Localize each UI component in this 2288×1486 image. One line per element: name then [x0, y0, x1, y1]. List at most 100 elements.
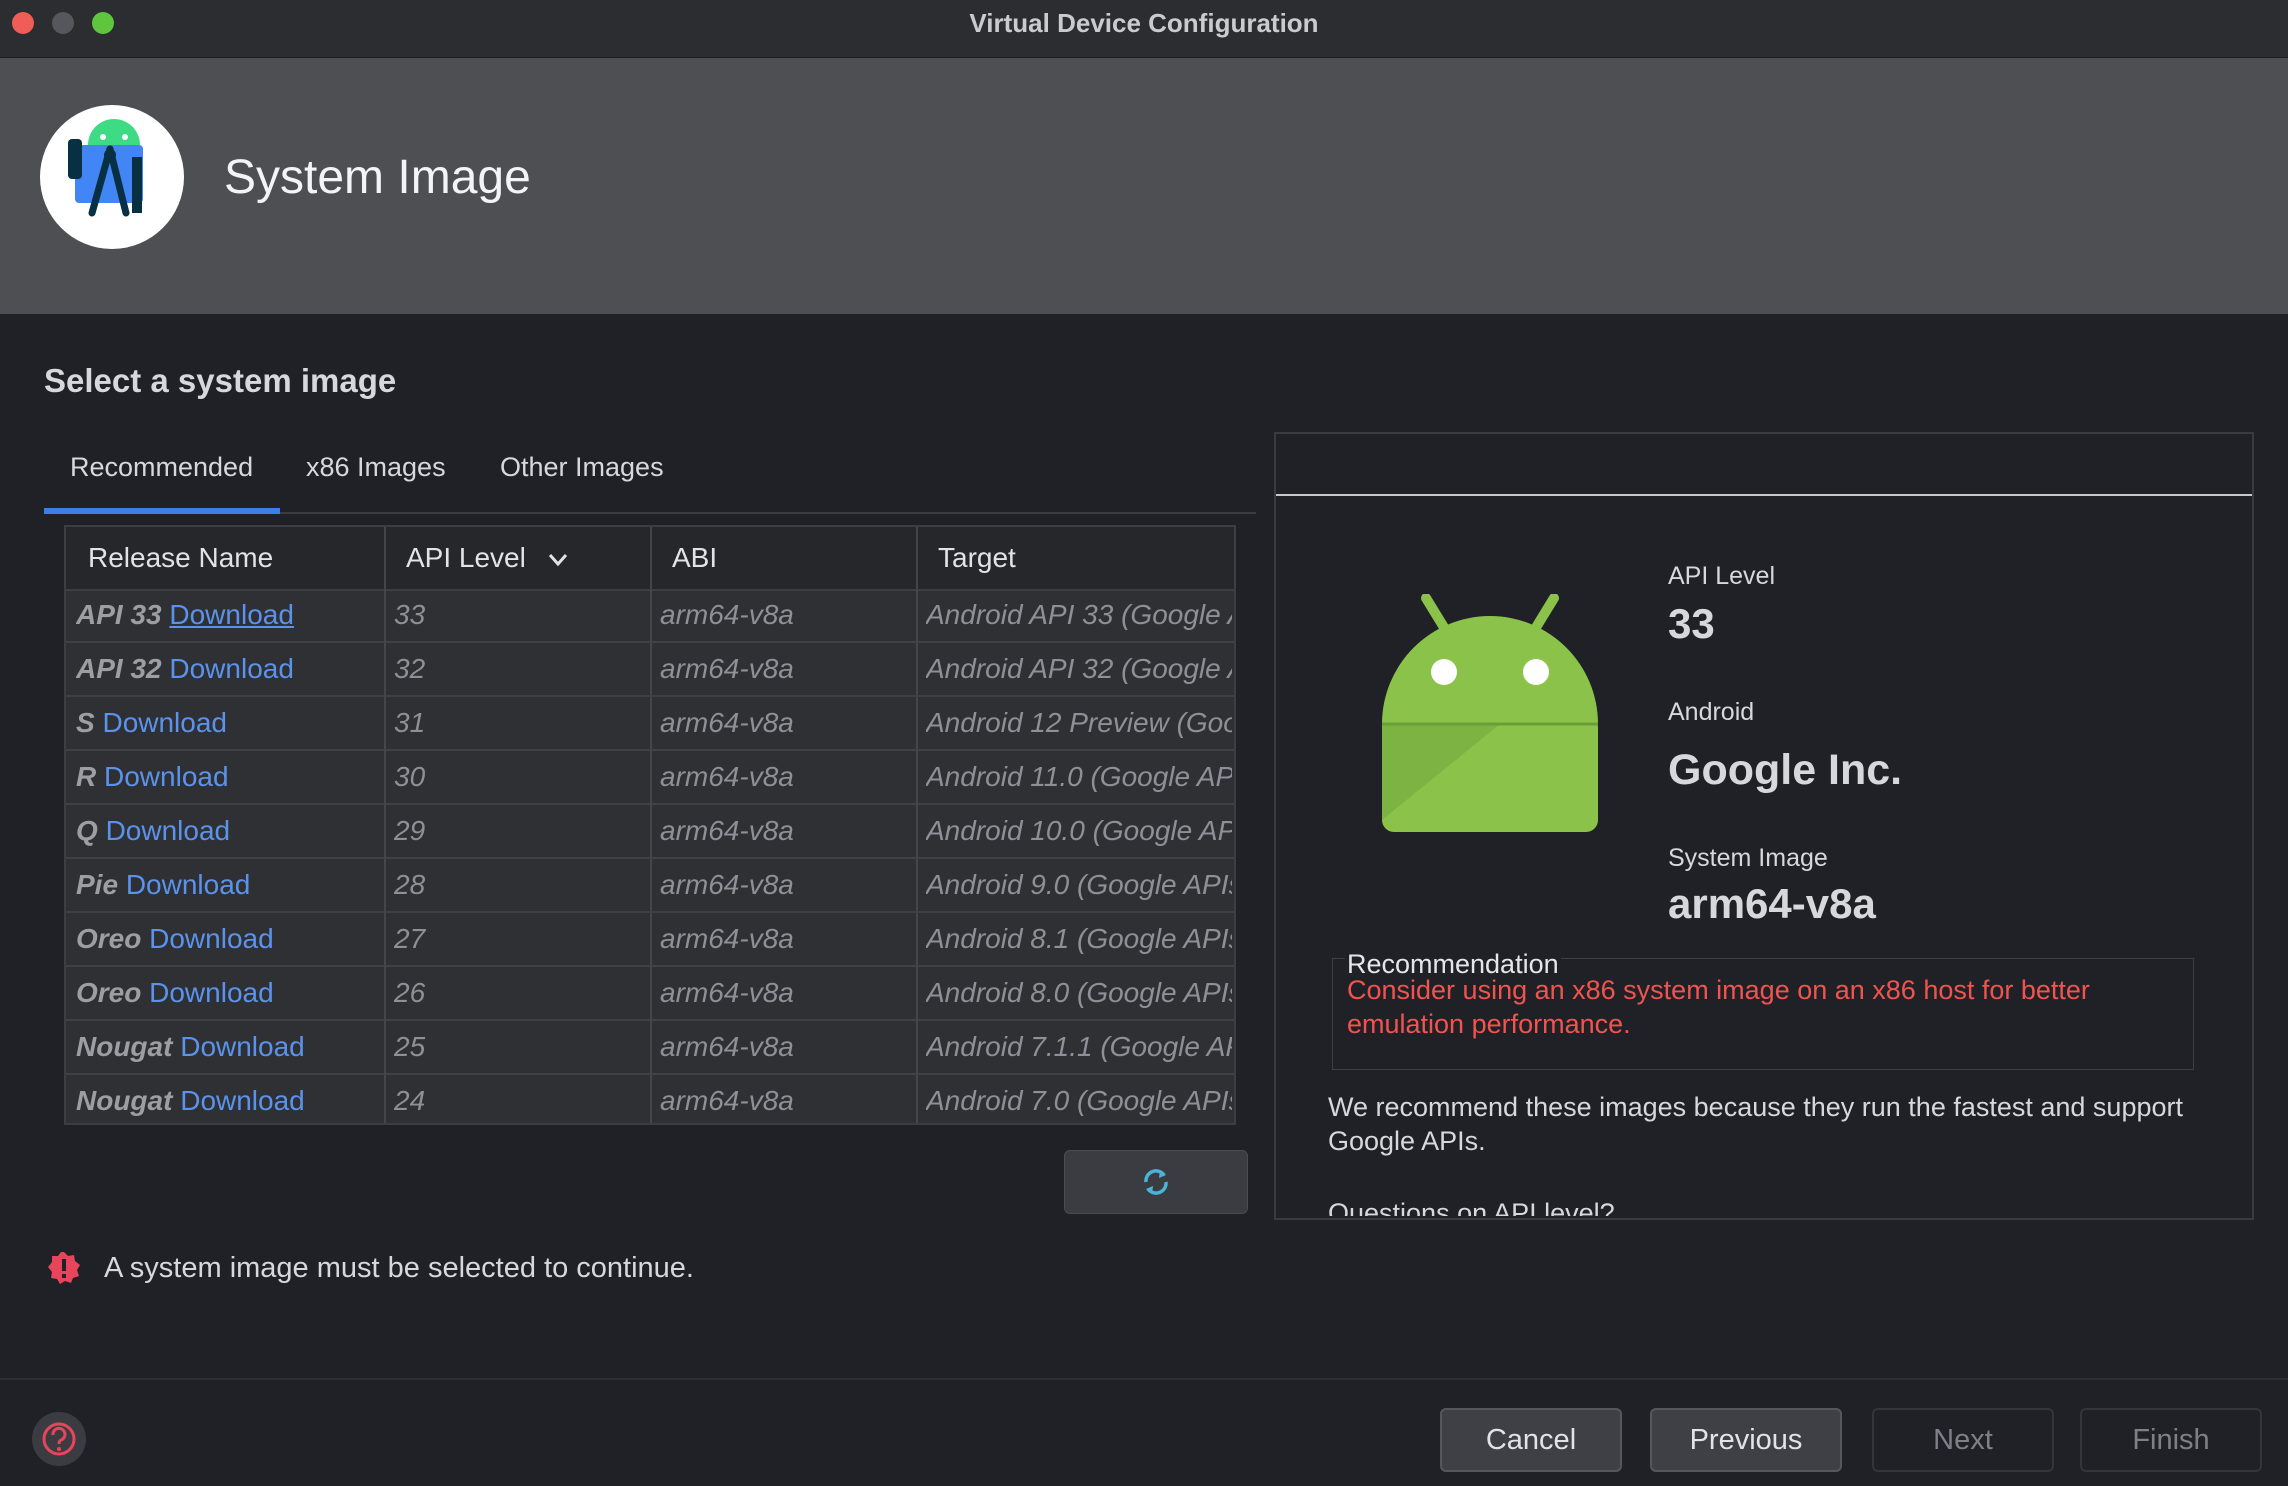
release-name: Oreo	[76, 923, 142, 954]
api-level-help-link[interactable]: Questions on API level?	[1328, 1196, 2228, 1216]
release-name: Nougat	[76, 1085, 173, 1116]
tab-other-images[interactable]: Other Images	[500, 452, 664, 483]
target-cell: Android 10.0 (Google APIs)	[926, 815, 1232, 846]
abi-cell: arm64-v8a	[660, 761, 794, 792]
system-image-label: System Image	[1668, 844, 1828, 872]
window-title: Virtual Device Configuration	[969, 8, 1319, 38]
release-name: S	[76, 707, 95, 738]
recommendation-text: Consider using an x86 system image on an…	[1347, 975, 2090, 1039]
release-name: API 33	[76, 599, 162, 630]
android-label: Android	[1668, 698, 1755, 726]
column-header-label: API Level	[406, 542, 526, 573]
download-link[interactable]: Download	[102, 707, 227, 738]
release-name-cell: Nougat Download	[76, 1031, 376, 1063]
title-bar: Virtual Device Configuration	[0, 0, 2288, 58]
release-name: R	[76, 761, 97, 792]
download-link[interactable]: Download	[180, 1085, 305, 1116]
download-link[interactable]: Download	[169, 599, 294, 630]
recommendation-box: Recommendation Consider using an x86 sys…	[1332, 949, 2194, 1070]
release-name-cell: Nougat Download	[76, 1085, 376, 1117]
abi-cell: arm64-v8a	[660, 599, 794, 630]
android-studio-logo-icon	[40, 105, 184, 249]
target-cell: Android 7.1.1 (Google APIs)	[926, 1031, 1232, 1062]
wizard-footer: Cancel Previous Next Finish	[0, 1378, 2288, 1486]
column-header-abi[interactable]: ABI	[672, 542, 717, 574]
abi-cell: arm64-v8a	[660, 977, 794, 1008]
abi-cell: arm64-v8a	[660, 653, 794, 684]
target-cell: Android 8.1 (Google APIs)	[926, 923, 1232, 954]
column-divider	[650, 527, 652, 1123]
release-name: Q	[76, 815, 98, 846]
download-link[interactable]: Download	[169, 653, 294, 684]
abi-cell: arm64-v8a	[660, 815, 794, 846]
column-header-target[interactable]: Target	[938, 542, 1016, 574]
release-name-cell: Oreo Download	[76, 977, 376, 1009]
abi-cell: arm64-v8a	[660, 1085, 794, 1116]
abi-cell: arm64-v8a	[660, 869, 794, 900]
release-name: API 32	[76, 653, 162, 684]
release-name: Nougat	[76, 1031, 173, 1062]
target-cell: Android 8.0 (Google APIs)	[926, 977, 1232, 1008]
android-robot-icon	[1382, 594, 1598, 832]
release-name-cell: Q Download	[76, 815, 376, 847]
api-level-label: API Level	[1668, 562, 1776, 590]
target-cell: Android API 33 (Google APIs)	[926, 599, 1232, 630]
target-cell: Android 7.0 (Google APIs)	[926, 1085, 1232, 1116]
download-link[interactable]: Download	[106, 815, 231, 846]
chevron-down-icon	[548, 553, 567, 566]
previous-button[interactable]: Previous	[1650, 1408, 1842, 1472]
refresh-button[interactable]	[1064, 1150, 1248, 1214]
api-level-cell: 24	[394, 1085, 426, 1116]
api-level-cell: 32	[394, 653, 426, 684]
target-cell: Android API 32 (Google APIs)	[926, 653, 1232, 684]
release-name-cell: Oreo Download	[76, 923, 376, 955]
active-tab-indicator	[44, 508, 280, 514]
tab-x86-images[interactable]: x86 Images	[306, 452, 446, 483]
release-name-cell: S Download	[76, 707, 376, 739]
refresh-icon	[1144, 1169, 1168, 1195]
download-link[interactable]: Download	[149, 923, 274, 954]
abi-cell: arm64-v8a	[660, 1031, 794, 1062]
release-name: Pie	[76, 869, 119, 900]
column-divider	[916, 527, 918, 1123]
api-level-value: 33	[1668, 600, 1715, 647]
cancel-button[interactable]: Cancel	[1440, 1408, 1622, 1472]
image-tabs: Recommended x86 Images Other Images	[44, 430, 1256, 514]
release-name-cell: Pie Download	[76, 869, 376, 901]
download-link[interactable]: Download	[149, 977, 274, 1008]
next-button[interactable]: Next	[1872, 1408, 2054, 1472]
error-message: A system image must be selected to conti…	[104, 1252, 694, 1284]
release-name-cell: API 32 Download	[76, 653, 376, 685]
android-vendor-value: Google Inc.	[1668, 746, 1903, 794]
api-level-cell: 30	[394, 761, 426, 792]
panel-divider	[1276, 494, 2252, 496]
download-link[interactable]: Download	[180, 1031, 305, 1062]
recommendation-description: We recommend these images because they r…	[1328, 1092, 2183, 1156]
column-divider	[384, 527, 386, 1123]
details-panel: API Level 33 Android Google Inc. System …	[1274, 432, 2254, 1220]
release-name-cell: API 33 Download	[76, 599, 376, 631]
api-level-cell: 25	[394, 1031, 426, 1062]
api-level-cell: 31	[394, 707, 426, 738]
column-header-release-name[interactable]: Release Name	[88, 542, 273, 574]
download-link[interactable]: Download	[104, 761, 229, 792]
wizard-header: System Image	[0, 58, 2288, 314]
page-title: System Image	[224, 151, 531, 204]
api-level-cell: 29	[394, 815, 426, 846]
abi-cell: arm64-v8a	[660, 923, 794, 954]
section-title: Select a system image	[44, 362, 397, 399]
api-level-cell: 33	[394, 599, 426, 630]
download-link[interactable]: Download	[126, 869, 251, 900]
abi-cell: arm64-v8a	[660, 707, 794, 738]
target-cell: Android 12 Preview (Google APIs)	[926, 707, 1232, 738]
api-level-cell: 27	[394, 923, 426, 954]
tab-recommended[interactable]: Recommended	[70, 452, 253, 483]
target-cell: Android 11.0 (Google APIs)	[926, 761, 1232, 792]
api-level-cell: 26	[394, 977, 426, 1008]
release-name: Oreo	[76, 977, 142, 1008]
error-icon	[48, 1252, 80, 1284]
help-button[interactable]	[32, 1412, 86, 1466]
finish-button[interactable]: Finish	[2080, 1408, 2262, 1472]
column-header-api-level[interactable]: API Level	[406, 542, 568, 574]
system-image-table: Release Name API Level ABI Target API 33…	[64, 525, 1236, 1125]
